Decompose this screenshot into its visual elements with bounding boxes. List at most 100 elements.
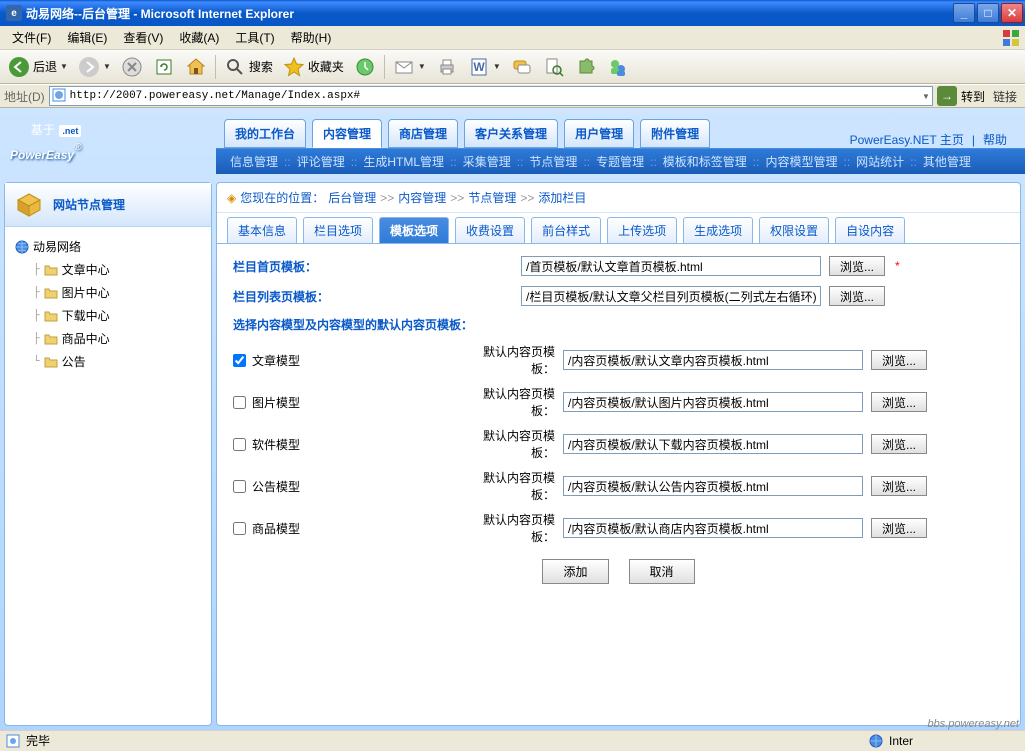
model-template-input[interactable]: [563, 518, 863, 538]
ftab-upload[interactable]: 上传选项: [607, 217, 677, 243]
menu-view[interactable]: 查看(V): [115, 27, 171, 48]
tree-item-download[interactable]: ├下载中心: [11, 304, 205, 327]
messenger-icon: [607, 56, 629, 78]
tab-workspace[interactable]: 我的工作台: [224, 119, 306, 148]
model-checkbox[interactable]: [233, 354, 246, 367]
home-template-browse[interactable]: 浏览...: [829, 256, 885, 276]
ftab-basic[interactable]: 基本信息: [227, 217, 297, 243]
address-input-wrap[interactable]: ▼: [49, 86, 933, 106]
model-browse-button[interactable]: 浏览...: [871, 350, 927, 370]
back-label: 后退: [33, 58, 57, 75]
tool-button-1[interactable]: [507, 54, 537, 80]
search-button[interactable]: 搜索: [220, 54, 277, 80]
print-button[interactable]: [432, 54, 462, 80]
subnav-topic[interactable]: 专题管理: [592, 153, 648, 170]
history-button[interactable]: [350, 54, 380, 80]
refresh-icon: [153, 56, 175, 78]
subnav-model[interactable]: 内容模型管理: [761, 153, 841, 170]
subnav-stats[interactable]: 网站统计: [852, 153, 908, 170]
favorites-button[interactable]: 收藏夹: [279, 54, 348, 80]
ftab-generate[interactable]: 生成选项: [683, 217, 753, 243]
go-button[interactable]: →: [937, 86, 957, 106]
model-checkbox[interactable]: [233, 396, 246, 409]
model-browse-button[interactable]: 浏览...: [871, 476, 927, 496]
ftab-template[interactable]: 模板选项: [379, 217, 449, 243]
tab-shop[interactable]: 商店管理: [388, 119, 458, 148]
model-checkbox[interactable]: [233, 480, 246, 493]
puzzle-icon: [575, 56, 597, 78]
bc-item[interactable]: 节点管理: [468, 189, 516, 206]
tool-button-3[interactable]: [571, 54, 601, 80]
submit-button[interactable]: 添加: [542, 559, 608, 584]
page-done-icon: [6, 734, 20, 748]
mail-button[interactable]: ▼: [389, 54, 430, 80]
cancel-button[interactable]: 取消: [629, 559, 695, 584]
folder-icon: [44, 287, 58, 299]
refresh-button[interactable]: [149, 54, 179, 80]
edit-button[interactable]: W▼: [464, 54, 505, 80]
model-browse-button[interactable]: 浏览...: [871, 392, 927, 412]
list-template-input[interactable]: [521, 286, 821, 306]
tab-content[interactable]: 内容管理: [312, 119, 382, 148]
subnav-template[interactable]: 模板和标签管理: [659, 153, 751, 170]
model-template-input[interactable]: [563, 476, 863, 496]
tree-item-product[interactable]: ├商品中心: [11, 327, 205, 350]
bc-item[interactable]: 内容管理: [398, 189, 446, 206]
tab-user[interactable]: 用户管理: [564, 119, 634, 148]
menu-edit[interactable]: 编辑(E): [59, 27, 115, 48]
bc-item[interactable]: 后台管理: [328, 189, 376, 206]
ftab-style[interactable]: 前台样式: [531, 217, 601, 243]
stop-button[interactable]: [117, 54, 147, 80]
address-label: 地址(D): [4, 88, 45, 105]
links-label[interactable]: 链接: [989, 88, 1021, 105]
address-input[interactable]: [70, 90, 918, 102]
goto-label: 转到: [961, 88, 985, 105]
minimize-button[interactable]: _: [953, 3, 975, 23]
subnav-other[interactable]: 其他管理: [919, 153, 975, 170]
home-template-input[interactable]: [521, 256, 821, 276]
main-panel: ◈ 您现在的位置： 后台管理>> 内容管理>> 节点管理>> 添加栏目 基本信息…: [216, 182, 1021, 726]
subnav-node[interactable]: 节点管理: [525, 153, 581, 170]
model-checkbox[interactable]: [233, 522, 246, 535]
ftab-custom[interactable]: 自设内容: [835, 217, 905, 243]
model-template-input[interactable]: [563, 434, 863, 454]
model-checkbox[interactable]: [233, 438, 246, 451]
home-button[interactable]: [181, 54, 211, 80]
menu-file[interactable]: 文件(F): [4, 27, 59, 48]
messenger-button[interactable]: [603, 54, 633, 80]
menu-help[interactable]: 帮助(H): [283, 27, 340, 48]
close-button[interactable]: ✕: [1001, 3, 1023, 23]
tab-crm[interactable]: 客户关系管理: [464, 119, 558, 148]
models-list: 文章模型默认内容页模板： 浏览... 图片模型默认内容页模板： 浏览... 软件…: [233, 343, 1004, 545]
forward-button[interactable]: ▼: [74, 54, 115, 80]
maximize-button[interactable]: □: [977, 3, 999, 23]
tab-attachment[interactable]: 附件管理: [640, 119, 710, 148]
subnav-collect[interactable]: 采集管理: [459, 153, 515, 170]
address-dropdown-icon[interactable]: ▼: [922, 92, 930, 101]
ftab-permission[interactable]: 权限设置: [759, 217, 829, 243]
tree-root[interactable]: 动易网络: [11, 235, 205, 258]
model-template-input[interactable]: [563, 392, 863, 412]
subnav-html[interactable]: 生成HTML管理: [359, 153, 448, 170]
app-header: 基于 .net PowerEasy® 我的工作台 内容管理 商店管理 客户关系管…: [0, 108, 1025, 178]
menu-favorites[interactable]: 收藏(A): [171, 27, 227, 48]
model-browse-button[interactable]: 浏览...: [871, 518, 927, 538]
window-titlebar: e 动易网络--后台管理 - Microsoft Internet Explor…: [0, 0, 1025, 26]
list-template-browse[interactable]: 浏览...: [829, 286, 885, 306]
tree-item-announce[interactable]: └公告: [11, 350, 205, 373]
tool-button-2[interactable]: [539, 54, 569, 80]
sidebar-title: 网站节点管理: [5, 183, 211, 227]
tree-item-article[interactable]: ├文章中心: [11, 258, 205, 281]
folder-icon: [44, 333, 58, 345]
tree-item-image[interactable]: ├图片中心: [11, 281, 205, 304]
ftab-fee[interactable]: 收费设置: [455, 217, 525, 243]
ftab-column[interactable]: 栏目选项: [303, 217, 373, 243]
model-browse-button[interactable]: 浏览...: [871, 434, 927, 454]
help-link[interactable]: 帮助: [983, 131, 1007, 148]
subnav-info[interactable]: 信息管理: [226, 153, 282, 170]
subnav-comment[interactable]: 评论管理: [293, 153, 349, 170]
back-button[interactable]: 后退 ▼: [4, 54, 72, 80]
homepage-link[interactable]: PowerEasy.NET 主页: [850, 131, 964, 148]
model-template-input[interactable]: [563, 350, 863, 370]
menu-tools[interactable]: 工具(T): [227, 27, 282, 48]
